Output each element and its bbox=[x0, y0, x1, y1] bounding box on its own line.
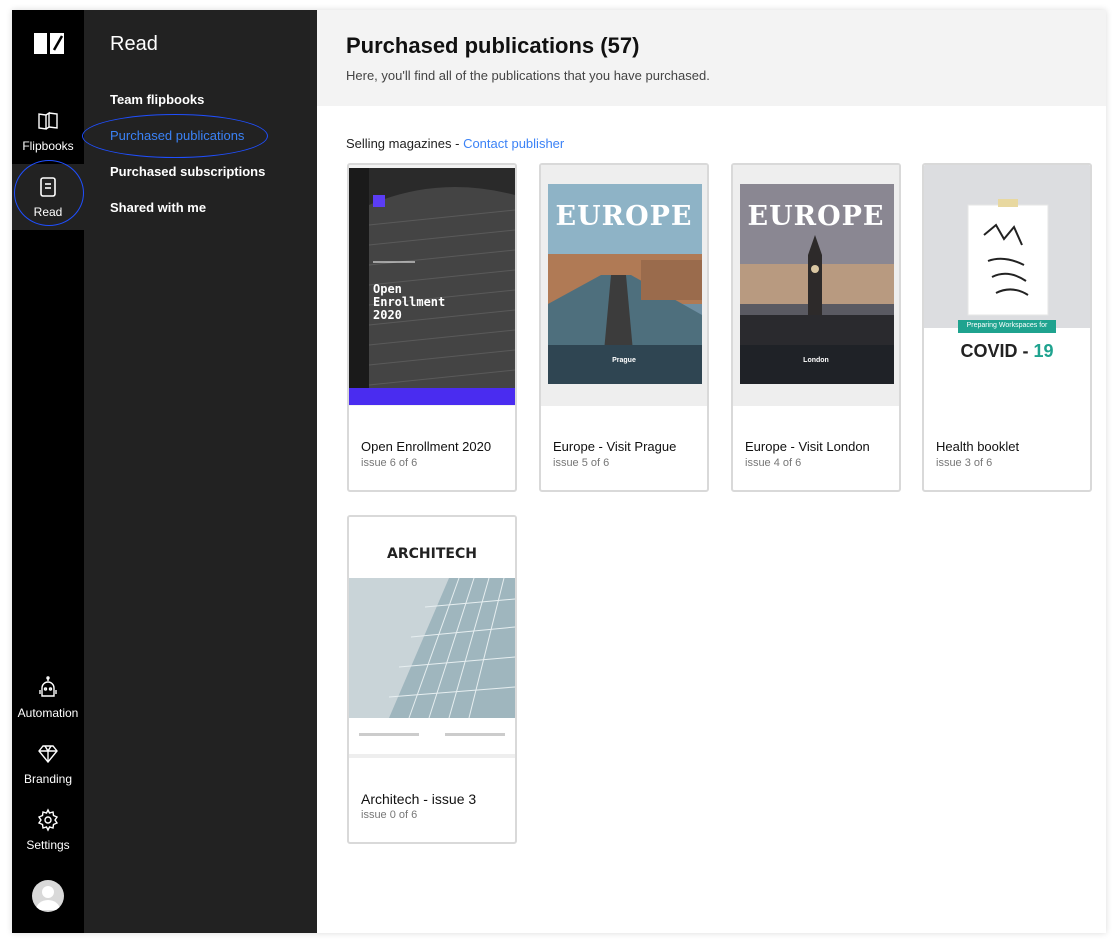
logo-icon[interactable] bbox=[32, 30, 66, 56]
cover-title-text: EUROPE bbox=[555, 201, 693, 232]
publication-issue: issue 6 of 6 bbox=[361, 457, 418, 469]
publication-card[interactable]: ARCHITECH Architech - issue 3 issue 0 of… bbox=[347, 515, 517, 844]
cover-title-accent: 19 bbox=[1033, 341, 1054, 361]
section-label: Selling magazines - Contact publisher bbox=[346, 136, 564, 151]
rail-item-branding[interactable]: Branding bbox=[12, 731, 84, 797]
cover-title-text: EUROPE bbox=[747, 201, 885, 232]
subnav-item-purchased-publications[interactable]: Purchased publications bbox=[110, 128, 244, 143]
cover-title-main: COVID - bbox=[960, 341, 1034, 361]
publication-title: Architech - issue 3 bbox=[361, 791, 477, 807]
cover-caption: Prague bbox=[612, 357, 636, 364]
app-window: Flipbooks Read Automation Branding Setti… bbox=[12, 10, 1106, 933]
cover-banner: Preparing Workspaces for bbox=[966, 322, 1048, 329]
main-content: Purchased publications (57) Here, you'll… bbox=[317, 10, 1106, 933]
publication-issue: issue 5 of 6 bbox=[553, 457, 610, 469]
subnav-item-shared-with-me[interactable]: Shared with me bbox=[110, 200, 206, 215]
publication-title: Europe - Visit London bbox=[745, 439, 870, 454]
publication-cover: EUROPE Prague bbox=[541, 165, 707, 406]
cover-title-text: COVID - 19 bbox=[924, 341, 1090, 362]
gear-icon bbox=[37, 808, 59, 832]
rail-label: Flipbooks bbox=[22, 139, 74, 153]
rail-item-settings[interactable]: Settings bbox=[12, 797, 84, 863]
rail-item-automation[interactable]: Automation bbox=[12, 665, 84, 731]
publication-title: Open Enrollment 2020 bbox=[361, 439, 492, 454]
page-title: Purchased publications (57) bbox=[346, 33, 640, 58]
avatar[interactable] bbox=[32, 880, 64, 912]
publication-card[interactable]: Preparing Workspaces for COVID - 19 Heal… bbox=[922, 163, 1092, 492]
user-icon bbox=[36, 886, 60, 910]
rail-item-flipbooks[interactable]: Flipbooks bbox=[12, 98, 84, 164]
publication-card[interactable]: Open Enrollment 2020 Open Enrollment 202… bbox=[347, 163, 517, 492]
cover-caption: London bbox=[803, 357, 829, 364]
rail-label: Branding bbox=[23, 772, 73, 786]
publication-card[interactable]: EUROPE London Europe - Visit London issu… bbox=[731, 163, 901, 492]
publication-cover: Open Enrollment 2020 bbox=[349, 165, 515, 406]
section-prefix: Selling magazines - bbox=[346, 136, 464, 151]
rail-label: Read bbox=[33, 205, 63, 219]
rail-label: Settings bbox=[26, 838, 70, 852]
publication-cover: EUROPE London bbox=[733, 165, 899, 406]
diamond-icon bbox=[38, 745, 58, 764]
sub-navigation: Read Team flipbooks Purchased publicatio… bbox=[82, 10, 317, 933]
rail-label: Automation bbox=[17, 706, 79, 720]
page-subtitle: Here, you'll find all of the publication… bbox=[346, 68, 710, 83]
publication-issue: issue 4 of 6 bbox=[745, 457, 802, 469]
book-icon bbox=[38, 111, 58, 130]
rail-item-read[interactable]: Read bbox=[12, 164, 84, 230]
subnav-title: Read bbox=[110, 33, 158, 55]
publication-issue: issue 3 of 6 bbox=[936, 457, 993, 469]
cover-image bbox=[924, 165, 1090, 406]
contact-publisher-link[interactable]: Contact publisher bbox=[463, 136, 564, 151]
page-header: Purchased publications (57) Here, you'll… bbox=[317, 10, 1106, 106]
icon-rail: Flipbooks Read Automation Branding Setti… bbox=[12, 10, 84, 933]
subnav-item-team-flipbooks[interactable]: Team flipbooks bbox=[110, 92, 204, 107]
cover-title-text: Open Enrollment 2020 bbox=[373, 282, 446, 322]
publication-cover: Preparing Workspaces for COVID - 19 bbox=[924, 165, 1090, 406]
subnav-item-purchased-subscriptions[interactable]: Purchased subscriptions bbox=[110, 164, 265, 179]
publication-issue: issue 0 of 6 bbox=[361, 809, 418, 821]
publication-card[interactable]: EUROPE Prague Europe - Visit Prague issu… bbox=[539, 163, 709, 492]
publication-title: Health booklet bbox=[936, 439, 1020, 454]
robot-icon bbox=[39, 676, 57, 697]
publication-title: Europe - Visit Prague bbox=[553, 439, 677, 454]
publication-cover: ARCHITECH bbox=[349, 517, 515, 758]
read-icon bbox=[40, 177, 56, 197]
cover-title-text: ARCHITECH bbox=[387, 546, 477, 562]
